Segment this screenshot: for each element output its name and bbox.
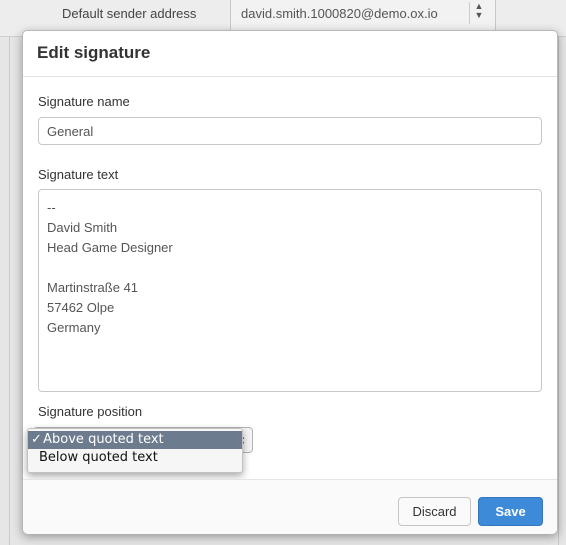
background-divider [9,36,10,545]
option-above-quoted-text[interactable]: ✓ Above quoted text [28,431,242,449]
signature-text-area[interactable]: -- David Smith Head Game Designer Martin… [38,189,542,392]
signature-name-label: Signature name [38,94,130,109]
option-label: Above quoted text [43,432,164,447]
signature-text-line: Germany [47,320,101,335]
save-button[interactable]: Save [478,497,543,526]
option-label: Below quoted text [39,450,158,465]
signature-text-line [47,258,533,278]
checkmark-icon: ✓ [31,432,42,447]
discard-button[interactable]: Discard [398,497,471,526]
signature-text-line: David Smith [47,220,118,235]
default-sender-value: david.smith.1000820@demo.ox.io [241,6,438,21]
signature-position-label: Signature position [38,404,143,419]
signature-text-line: 57462 Olpe [47,300,115,315]
up-down-arrows-icon: ▲▼ [469,2,488,24]
edit-signature-dialog: Edit signature Signature name Signature … [22,30,558,534]
dialog-title: Edit signature [37,43,151,62]
default-sender-select[interactable]: david.smith.1000820@demo.ox.io ▲ ▼ [230,0,496,34]
option-below-quoted-text[interactable]: Below quoted text [28,449,242,467]
signature-text-line: Head Game Designer [47,240,173,255]
signature-text-line: Martinstraße 41 [47,280,139,295]
dialog-header: Edit signature [23,31,557,77]
signature-name-input[interactable] [38,117,542,145]
background-divider [558,36,559,545]
default-sender-label: Default sender address [62,6,197,21]
dialog-footer: Discard Save [23,479,557,534]
signature-position-dropdown: ✓ Above quoted text Below quoted text [27,428,243,473]
signature-text-line: -- [47,200,56,215]
signature-text-label: Signature text [38,167,119,182]
